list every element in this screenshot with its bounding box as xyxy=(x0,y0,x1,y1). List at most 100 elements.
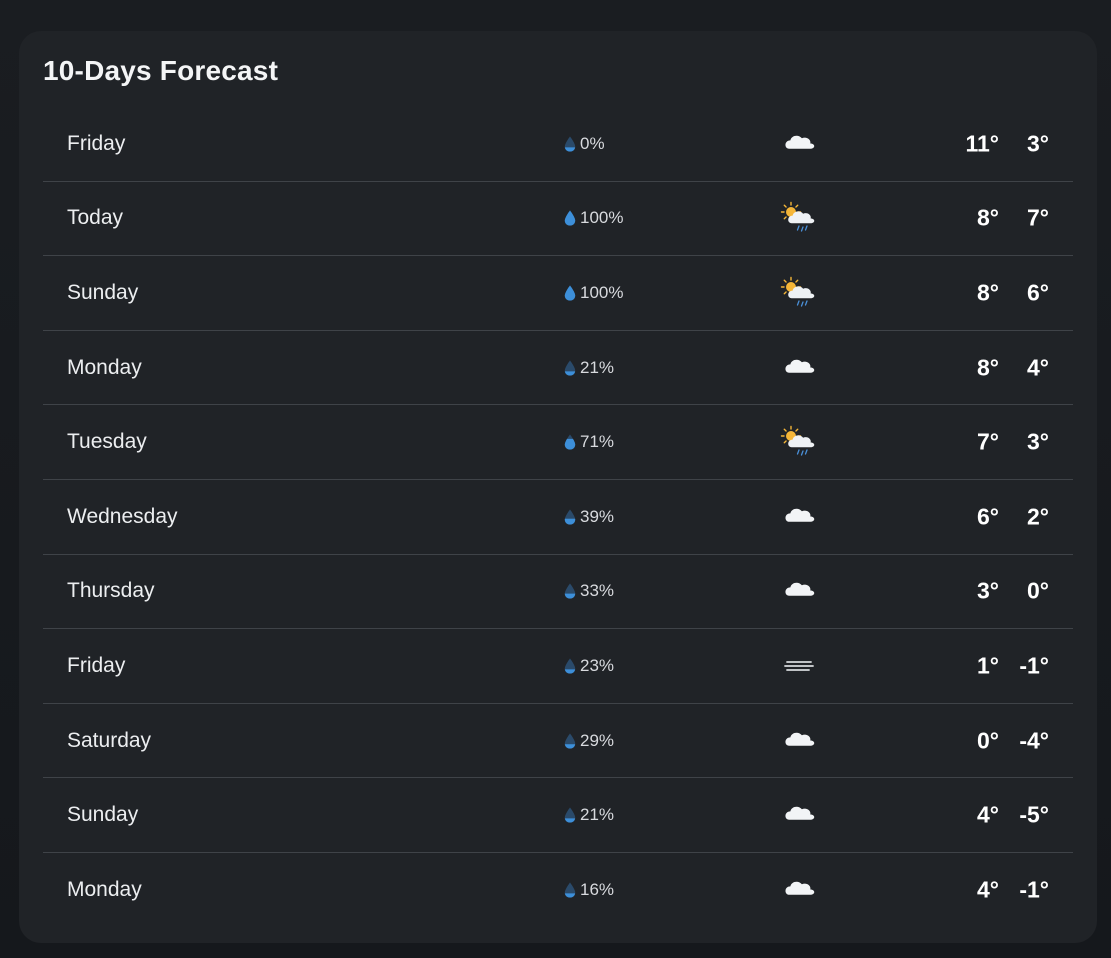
low-temp: 3° xyxy=(1027,428,1049,455)
precipitation: 33% xyxy=(564,581,614,601)
day-label: Thursday xyxy=(67,579,155,603)
cloud-icon xyxy=(785,881,815,896)
high-temp: 7° xyxy=(977,428,999,455)
temperatures: 11° 3° xyxy=(951,130,1049,157)
high-temp: 1° xyxy=(977,652,999,679)
forecast-row[interactable]: Sunday 21% 4° -5° xyxy=(43,778,1073,853)
partly-cloudy-rain-icon xyxy=(780,425,815,456)
forecast-row[interactable]: Wednesday 39% 6° 2° xyxy=(43,480,1073,555)
forecast-title: 10-Days Forecast xyxy=(43,55,279,86)
raindrop-icon xyxy=(564,210,576,226)
forecast-row[interactable]: Friday 23% 1° -1° xyxy=(43,629,1073,704)
forecast-row[interactable]: Friday 0% 11° 3° xyxy=(43,107,1073,182)
cloud-icon xyxy=(785,732,815,746)
high-temp: 8° xyxy=(977,279,999,306)
precipitation-value: 23% xyxy=(580,655,615,675)
low-temp: -1° xyxy=(1019,652,1049,679)
temperatures: 1° -1° xyxy=(951,652,1049,679)
temperatures: 7° 3° xyxy=(951,429,1049,456)
precipitation-value: 100% xyxy=(580,282,624,302)
precipitation: 39% xyxy=(564,507,614,527)
cloud-icon xyxy=(785,359,815,373)
precipitation-value: 71% xyxy=(580,432,615,452)
forecast-row[interactable]: Tuesday 71% 7° 3° xyxy=(43,405,1073,480)
high-temp: 11° xyxy=(965,130,999,157)
low-temp: 0° xyxy=(1027,577,1049,604)
forecast-row[interactable]: Monday 16% 4° -1° xyxy=(43,853,1073,928)
raindrop-icon xyxy=(564,882,576,898)
forecast-card: 10-Days Forecast Friday 0% 11° 3° Today 100% 8… xyxy=(19,31,1097,943)
raindrop-icon xyxy=(564,285,576,301)
temperatures: 6° 2° xyxy=(951,503,1049,530)
raindrop-icon xyxy=(564,583,576,599)
forecast-row[interactable]: Today 100% 8° 7° xyxy=(43,182,1073,257)
precipitation-value: 29% xyxy=(580,730,615,750)
partly-cloudy-rain-icon xyxy=(780,276,815,307)
high-temp: 3° xyxy=(977,577,999,604)
precipitation: 100% xyxy=(564,283,623,303)
day-label: Friday xyxy=(67,653,126,677)
day-label: Today xyxy=(67,206,124,230)
precipitation-value: 100% xyxy=(580,208,624,228)
precipitation: 23% xyxy=(564,656,614,676)
temperatures: 3° 0° xyxy=(951,578,1049,605)
day-label: Monday xyxy=(67,878,142,902)
day-label: Saturday xyxy=(67,728,152,752)
precipitation: 29% xyxy=(564,731,614,751)
high-temp: 8° xyxy=(977,354,999,381)
day-label: Wednesday xyxy=(67,504,178,528)
precipitation-value: 0% xyxy=(580,133,605,153)
low-temp: -1° xyxy=(1019,876,1049,903)
day-label: Monday xyxy=(67,355,142,379)
forecast-row[interactable]: Monday 21% 8° 4° xyxy=(43,331,1073,406)
forecast-row[interactable]: Sunday 100% 8° 6° xyxy=(43,256,1073,331)
cloud-icon xyxy=(785,135,815,149)
day-label: Sunday xyxy=(67,280,139,304)
precipitation: 100% xyxy=(564,208,623,228)
raindrop-icon xyxy=(564,434,576,450)
partly-cloudy-rain-icon xyxy=(780,202,815,233)
day-label: Tuesday xyxy=(67,430,147,454)
cloud-icon xyxy=(785,583,815,597)
raindrop-icon xyxy=(564,136,576,152)
raindrop-icon xyxy=(564,509,576,525)
precipitation-value: 33% xyxy=(580,581,615,601)
day-label: Friday xyxy=(67,131,126,155)
precipitation: 21% xyxy=(564,805,614,825)
temperatures: 4° -1° xyxy=(951,877,1049,904)
forecast-list: Friday 0% 11° 3° Today 100% 8° 7° Sunday 100% 8° 6°… xyxy=(43,107,1073,928)
low-temp: 2° xyxy=(1027,503,1049,530)
low-temp: 7° xyxy=(1027,204,1049,231)
high-temp: 8° xyxy=(977,204,999,231)
low-temp: -5° xyxy=(1019,801,1049,828)
fog-icon xyxy=(784,661,814,671)
forecast-row[interactable]: Thursday 33% 3° 0° xyxy=(43,555,1073,630)
precipitation: 0% xyxy=(564,134,605,154)
raindrop-icon xyxy=(564,733,576,749)
raindrop-icon xyxy=(564,658,576,674)
precipitation: 71% xyxy=(564,432,614,452)
cloud-icon xyxy=(785,806,815,820)
precipitation: 16% xyxy=(564,880,614,900)
high-temp: 0° xyxy=(977,727,999,754)
temperatures: 8° 6° xyxy=(951,279,1049,306)
precipitation-value: 21% xyxy=(580,805,615,825)
high-temp: 4° xyxy=(977,876,999,903)
day-label: Sunday xyxy=(67,803,139,827)
precipitation-value: 16% xyxy=(580,880,615,900)
cloud-icon xyxy=(785,508,815,522)
precipitation-value: 39% xyxy=(580,506,615,526)
forecast-row[interactable]: Saturday 29% 0° -4° xyxy=(43,704,1073,779)
low-temp: 3° xyxy=(1027,130,1049,157)
high-temp: 4° xyxy=(977,801,999,828)
temperatures: 4° -5° xyxy=(951,802,1049,829)
precipitation: 21% xyxy=(564,358,614,378)
raindrop-icon xyxy=(564,807,576,823)
high-temp: 6° xyxy=(977,503,999,530)
low-temp: 4° xyxy=(1027,354,1049,381)
raindrop-icon xyxy=(564,360,576,376)
precipitation-value: 21% xyxy=(580,357,615,377)
temperatures: 0° -4° xyxy=(951,727,1049,754)
temperatures: 8° 4° xyxy=(951,354,1049,381)
low-temp: -4° xyxy=(1019,727,1049,754)
